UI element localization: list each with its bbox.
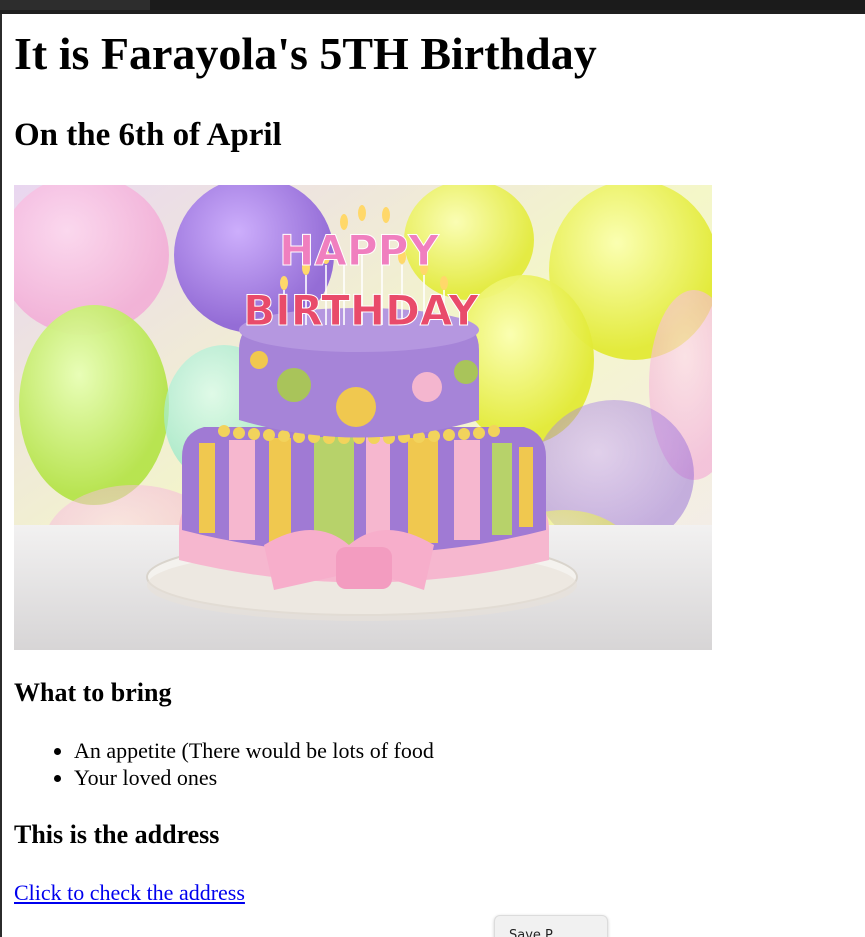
address-link[interactable]: Click to check the address [14,880,245,906]
bullet-icon [54,775,61,782]
browser-tab-strip [0,0,150,10]
address-heading: This is the address [14,820,220,849]
list-item-text: An appetite (There would be lots of food [74,738,434,763]
browser-top-bar [0,0,865,14]
what-to-bring-heading: What to bring [14,678,172,707]
cake-text-birthday: BIRTHDAY [243,286,479,335]
bullet-icon [54,748,61,755]
browser-toolbar [150,0,865,10]
list-item: An appetite (There would be lots of food [54,737,434,764]
window-left-border [0,14,2,937]
page-title: It is Farayola's 5TH Birthday [14,28,597,79]
cake-text-happy: HAPPY [279,226,439,275]
list-item-text: Your loved ones [74,765,218,790]
floating-save-button[interactable]: Save P [494,915,608,937]
bring-list: An appetite (There would be lots of food… [54,737,434,791]
page-subtitle: On the 6th of April [14,117,282,153]
birthday-cake-image: HAPPY BIRTHDAY [14,185,712,650]
list-item: Your loved ones [54,764,434,791]
